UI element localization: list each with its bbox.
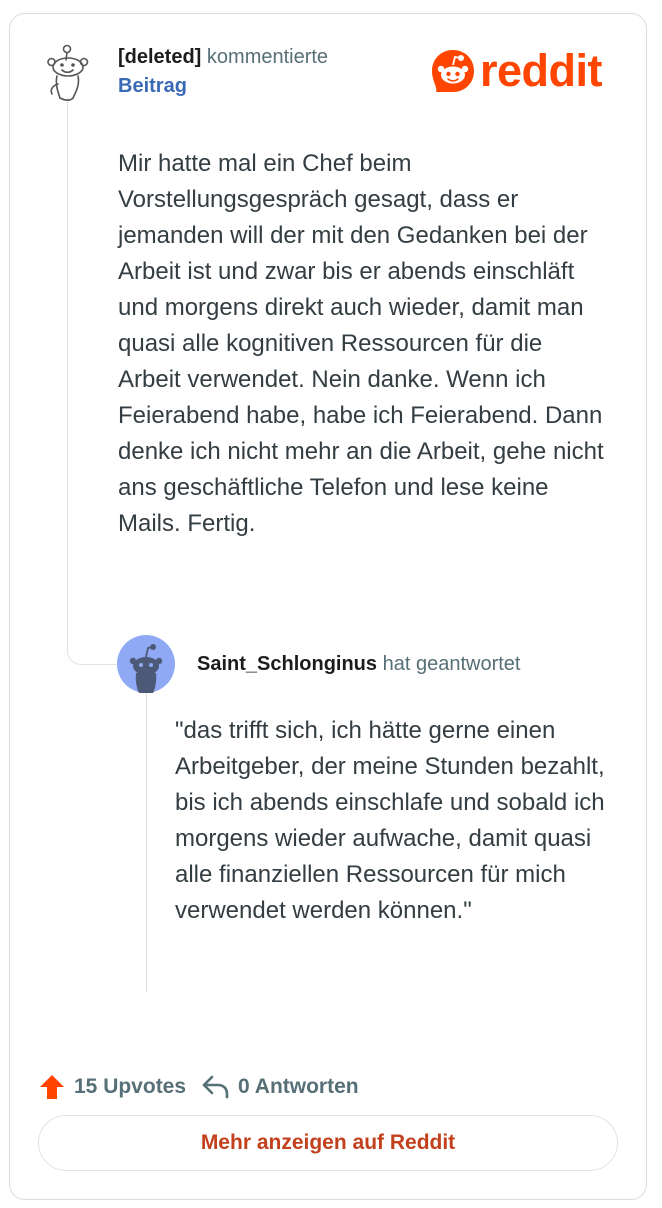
comment-header: [deleted] kommentierte	[118, 44, 328, 70]
reply-body: "das trifft sich, ich hätte gerne einen …	[175, 717, 605, 924]
reply-header: Saint_Schlonginus hat geantwortet	[197, 651, 520, 677]
upvote-arrow-icon	[40, 1075, 64, 1099]
deleted-user-avatar	[42, 40, 92, 102]
engagement-bar: 15 Upvotes 0 Antworten	[38, 1069, 359, 1105]
reply-count: 0 Antworten	[238, 1075, 359, 1098]
upvote-button[interactable]: 15 Upvotes	[38, 1073, 186, 1101]
reddit-wordmark: reddit	[480, 45, 603, 96]
snoo-avatar-icon	[117, 635, 175, 693]
reddit-snoo-icon	[432, 50, 474, 92]
reply-user-avatar[interactable]	[117, 635, 175, 693]
thread-connector-line	[67, 98, 117, 665]
reddit-logo[interactable]: reddit	[430, 46, 620, 96]
upvote-count: 15 Upvotes	[74, 1075, 187, 1098]
deleted-snoo-icon	[47, 44, 89, 102]
comment-body: Mir hatte mal ein Chef beim Vorstellungs…	[118, 150, 604, 537]
reply-arrow-icon	[202, 1075, 229, 1099]
reply-author[interactable]: Saint_Schlonginus	[197, 653, 377, 675]
comment-action-text: kommentierte	[206, 46, 329, 68]
reply-action-text: hat geantwortet	[382, 653, 521, 675]
reply-thread-line	[146, 692, 147, 992]
post-link[interactable]: Beitrag	[118, 73, 187, 99]
replies-button[interactable]: 0 Antworten	[200, 1073, 359, 1101]
view-more-on-reddit-button[interactable]: Mehr anzeigen auf Reddit	[38, 1115, 618, 1171]
comment-author[interactable]: [deleted]	[118, 46, 201, 68]
